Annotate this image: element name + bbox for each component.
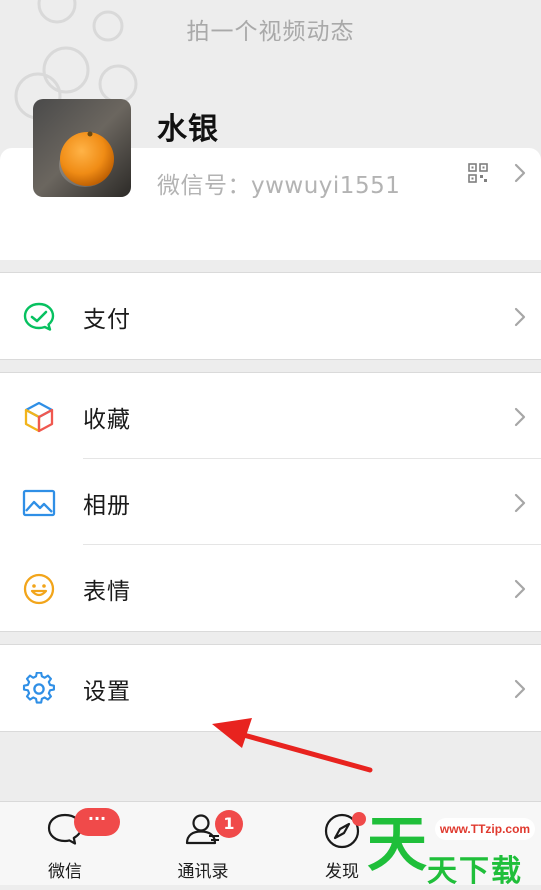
watermark-url: www.TTzip.com <box>435 818 535 840</box>
annotation-arrow-icon <box>212 718 373 773</box>
watermark-brand-big: 天 <box>367 810 427 880</box>
watermark-brand-small: 天下载 <box>427 854 523 889</box>
site-watermark: 天 天下载 www.TTzip.com <box>365 806 541 889</box>
